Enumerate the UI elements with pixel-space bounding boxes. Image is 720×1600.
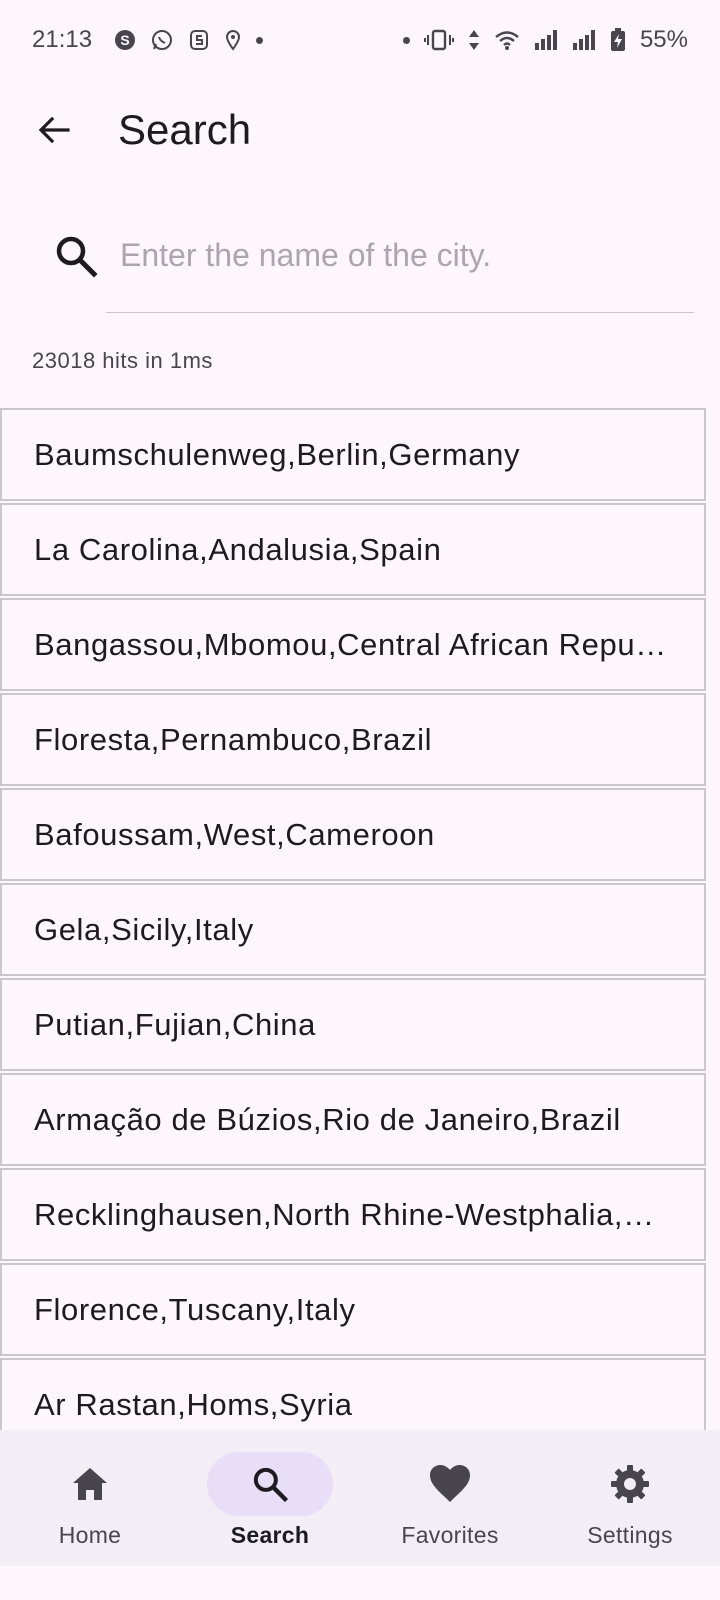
nav-item-search[interactable]: Search xyxy=(180,1430,360,1566)
app-bar: Search xyxy=(0,80,720,180)
page-title: Search xyxy=(118,106,252,153)
location-icon xyxy=(224,29,242,51)
list-item-label: Bafoussam,West,Cameroon xyxy=(34,816,435,852)
nav-item-favorites[interactable]: Favorites xyxy=(360,1430,540,1566)
heart-icon xyxy=(430,1465,470,1502)
search-icon xyxy=(253,1467,289,1503)
signal-r-icon xyxy=(572,29,596,51)
status-bar: 21:13 S 55% xyxy=(0,0,720,80)
list-item[interactable]: Ar Rastan,Homs,Syria xyxy=(0,1358,706,1430)
search-field xyxy=(40,210,694,320)
skype-icon: S xyxy=(114,29,136,51)
search-input[interactable] xyxy=(120,220,694,290)
search-icon xyxy=(56,236,98,278)
list-item[interactable]: Recklinghausen,North Rhine-Westphalia,Ge… xyxy=(0,1168,706,1261)
list-item-label: Gela,Sicily,Italy xyxy=(34,911,254,947)
list-item-label: Floresta,Pernambuco,Brazil xyxy=(34,721,433,757)
svg-text:S: S xyxy=(120,32,129,48)
wifi-icon xyxy=(494,29,520,51)
list-item[interactable]: Armação de Búzios,Rio de Janeiro,Brazil xyxy=(0,1073,706,1166)
list-item[interactable]: Florence,Tuscany,Italy xyxy=(0,1263,706,1356)
s-app-icon xyxy=(188,29,210,51)
nav-label-search: Search xyxy=(230,1522,310,1548)
home-icon xyxy=(73,1468,107,1500)
nav-item-settings[interactable]: Settings xyxy=(540,1430,720,1566)
list-item-label: Baumschulenweg,Berlin,Germany xyxy=(34,436,521,472)
notification-dot-icon xyxy=(402,36,410,44)
nav-item-home[interactable]: Home xyxy=(0,1430,180,1566)
list-item-label: Recklinghausen,North Rhine-Westphalia,Ge… xyxy=(34,1196,670,1232)
nav-indicator xyxy=(567,1452,693,1516)
battery-charging-icon xyxy=(610,28,626,52)
bottom-navigation: Home Search Favorites Settings xyxy=(0,1430,720,1566)
nav-label-home: Home xyxy=(58,1522,122,1548)
list-item-label: Ar Rastan,Homs,Syria xyxy=(34,1386,353,1422)
gear-icon xyxy=(611,1465,649,1503)
signal-icon xyxy=(534,29,558,51)
vibrate-icon xyxy=(423,28,454,52)
nav-indicator xyxy=(27,1452,153,1516)
data-arrows-icon xyxy=(468,28,480,52)
list-item[interactable]: Baumschulenweg,Berlin,Germany xyxy=(0,408,706,501)
list-item-label: La Carolina,Andalusia,Spain xyxy=(34,531,442,567)
nav-indicator xyxy=(387,1452,513,1516)
gesture-bar-area xyxy=(0,1566,720,1600)
list-item-label: Florence,Tuscany,Italy xyxy=(34,1291,356,1327)
search-underline xyxy=(106,312,694,313)
list-item[interactable]: Putian,Fujian,China xyxy=(0,978,706,1071)
whatsapp-icon xyxy=(150,28,174,52)
list-item[interactable]: La Carolina,Andalusia,Spain xyxy=(0,503,706,596)
arrow-back-icon xyxy=(38,116,70,144)
list-item[interactable]: Bafoussam,West,Cameroon xyxy=(0,788,706,881)
status-time: 21:13 xyxy=(32,26,93,53)
list-item[interactable]: Gela,Sicily,Italy xyxy=(0,883,706,976)
hits-count: 23018 hits in 1ms xyxy=(32,348,213,373)
list-item-label: Bangassou,Mbomou,Central African Republi… xyxy=(34,626,670,662)
list-item[interactable]: Bangassou,Mbomou,Central African Republi… xyxy=(0,598,706,691)
nav-label-settings: Settings xyxy=(587,1522,673,1548)
list-item[interactable]: Floresta,Pernambuco,Brazil xyxy=(0,693,706,786)
back-button[interactable] xyxy=(24,100,84,160)
notification-dot-icon xyxy=(256,36,264,44)
nav-indicator-active xyxy=(207,1452,333,1516)
nav-label-favorites: Favorites xyxy=(401,1522,499,1548)
list-item-label: Armação de Búzios,Rio de Janeiro,Brazil xyxy=(34,1101,621,1137)
list-item-label: Putian,Fujian,China xyxy=(34,1006,316,1042)
battery-percent: 55% xyxy=(639,26,688,53)
results-list[interactable]: Baumschulenweg,Berlin,Germany La Carolin… xyxy=(0,408,706,1430)
